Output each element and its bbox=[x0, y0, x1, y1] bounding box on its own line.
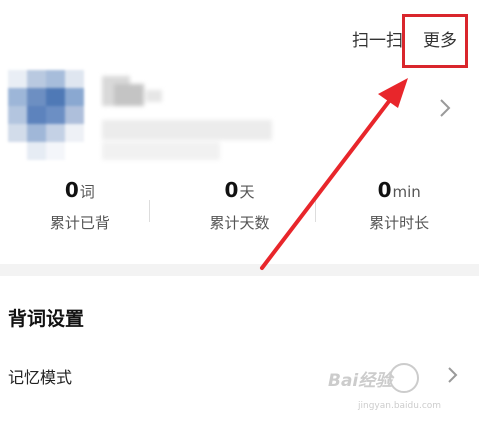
annotation-arrow bbox=[260, 78, 408, 270]
watermark-brand: Bai经验 bbox=[328, 371, 395, 391]
watermark-logo: Bai经验 jingyan.baidu.com bbox=[328, 363, 441, 411]
watermark-url: jingyan.baidu.com bbox=[357, 401, 441, 411]
